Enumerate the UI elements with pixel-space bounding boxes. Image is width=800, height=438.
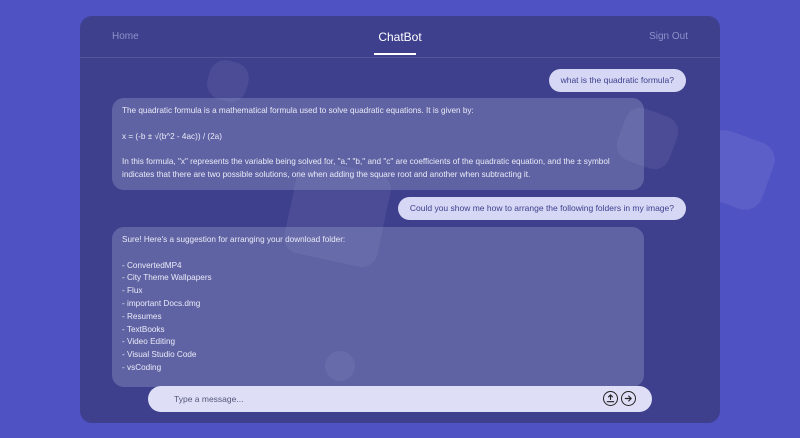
list-item: - Visual Studio Code <box>122 350 197 360</box>
formula-text: x = (-b ± √(b^2 - 4ac)) / (2a) <box>122 131 222 141</box>
send-arrow-icon <box>624 395 632 402</box>
list-item: - vsCoding <box>122 362 162 372</box>
list-item: - City Theme Wallpapers <box>122 273 212 283</box>
user-message-text: Could you show me how to arrange the fol… <box>409 203 674 213</box>
list-item: - ConvertedMP4 <box>122 260 182 270</box>
page-title: ChatBot <box>378 30 422 44</box>
message-composer <box>148 386 652 412</box>
bot-message-text: The quadratic formula is a mathematical … <box>122 106 474 115</box>
user-message-text: what is the quadratic formula? <box>560 75 674 85</box>
send-button[interactable] <box>621 391 636 406</box>
bot-message: Sure! Here's a suggestion for arranging … <box>112 227 644 387</box>
list-item: - Video Editing <box>122 337 176 347</box>
bot-message: The quadratic formula is a mathematical … <box>112 98 644 190</box>
chat-window: Home ChatBot Sign Out what is the quadra… <box>80 16 720 423</box>
sign-out-link[interactable]: Sign Out <box>649 31 688 42</box>
list-item: - TextBooks <box>122 324 165 334</box>
list-item: - Resumes <box>122 311 162 321</box>
top-navigation: Home ChatBot Sign Out <box>80 16 720 58</box>
title-underline <box>374 53 416 55</box>
user-message: what is the quadratic formula? <box>548 69 686 92</box>
upload-icon <box>606 394 615 403</box>
list-item: - important Docs.dmg <box>122 298 201 308</box>
list-item: - Flux <box>122 286 143 296</box>
upload-button[interactable] <box>603 391 618 406</box>
message-input[interactable] <box>174 390 574 408</box>
bot-message-text: In this formula, "x" represents the vari… <box>122 157 610 179</box>
bot-message-text: Sure! Here's a suggestion for arranging … <box>122 235 346 244</box>
user-message: Could you show me how to arrange the fol… <box>397 197 686 220</box>
